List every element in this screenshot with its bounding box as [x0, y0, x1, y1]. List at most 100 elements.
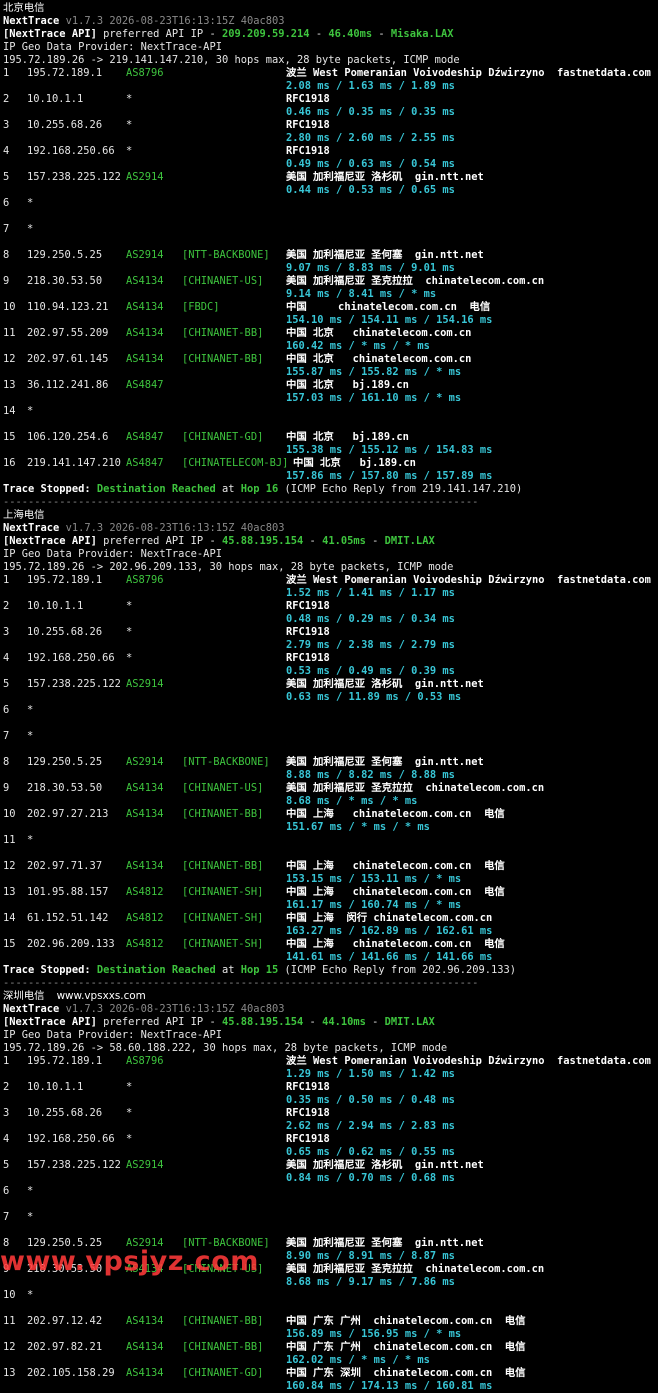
- hop-row: 11 *: [3, 834, 658, 847]
- hop-rtt-row: 156.89 ms / 156.95 ms / * ms: [3, 1328, 658, 1341]
- hop-asn: AS4134: [126, 301, 164, 313]
- header-route: 195.72.189.26 -> 58.60.188.222, 30 hops …: [3, 1042, 658, 1055]
- api-pop: DMIT.LAX: [384, 1016, 435, 1028]
- hop-ip: 129.250.5.25: [27, 249, 103, 261]
- hop-geo: RFC1918: [286, 652, 330, 664]
- hop-geo: 中国 上海 chinatelecom.com.cn 电信: [286, 886, 505, 898]
- hop-number: 16: [3, 457, 16, 469]
- hop-ip: 129.250.5.25: [27, 756, 103, 768]
- hop-tag: [CHINANET-GD]: [182, 1367, 264, 1379]
- hop-asn: *: [126, 1133, 133, 1145]
- hop-rtt-row: 155.87 ms / 155.82 ms / * ms: [3, 366, 658, 379]
- hop-ip: 195.72.189.1: [27, 1055, 103, 1067]
- hop-ip: *: [27, 704, 34, 716]
- hop-tag: [CHINATELECOM-BJ]: [182, 457, 289, 469]
- hop-geo: RFC1918: [286, 600, 330, 612]
- hop-rtt: 2.62 ms / 2.94 ms / 2.83 ms: [286, 1120, 455, 1132]
- hop-tag: [CHINANET-SH]: [182, 912, 264, 924]
- header-route: 195.72.189.26 -> 219.141.147.210, 30 hop…: [3, 54, 658, 67]
- hop-tag: [CHINANET-US]: [182, 782, 264, 794]
- hop-ip: *: [27, 405, 34, 417]
- trace-stop: Trace Stopped: Destination Reached at Ho…: [3, 964, 658, 977]
- header-geo-provider: IP Geo Data Provider: NextTrace-API: [3, 41, 658, 54]
- hop-rtt-row: 141.61 ms / 141.66 ms / 141.66 ms: [3, 951, 658, 964]
- hop-number: 14: [3, 912, 16, 924]
- hop-asn: AS2914: [126, 249, 164, 261]
- geo-provider-text: IP Geo Data Provider: NextTrace-API: [3, 41, 222, 53]
- hop-geo: 中国 上海 chinatelecom.com.cn 电信: [286, 808, 505, 820]
- hop-rtt-row: 8.68 ms / * ms / * ms: [3, 795, 658, 808]
- hop-number: 4: [3, 1133, 10, 1145]
- hop-geo: 美国 加利福尼亚 圣何塞 gin.ntt.net: [286, 756, 484, 768]
- hop-ip: 106.120.254.6: [27, 431, 109, 443]
- hop-asn: AS4134: [126, 275, 164, 287]
- hop-ip: 195.72.189.1: [27, 574, 103, 586]
- api-latency: 46.40ms: [328, 28, 373, 40]
- stop-at: at: [215, 483, 241, 495]
- hop-asn: AS2914: [126, 678, 164, 690]
- header-geo-provider: IP Geo Data Provider: NextTrace-API: [3, 548, 658, 561]
- hop-rtt: 154.10 ms / 154.11 ms / 154.16 ms: [286, 314, 493, 326]
- hop-row: 15 202.96.209.133 AS4812 [CHINANET-SH] 中国 上海…: [3, 938, 658, 951]
- hop-row: 10 110.94.123.21 AS4134 [FBDC] 中国 chinatelec…: [3, 301, 658, 314]
- hop-ip: 110.94.123.21: [27, 301, 109, 313]
- hop-number: 7: [3, 730, 10, 742]
- hop-row: 7 *: [3, 223, 658, 236]
- hop-ip: 101.95.88.157: [27, 886, 109, 898]
- hop-ip: 157.238.225.122: [27, 171, 121, 183]
- dash: -: [372, 28, 391, 40]
- hop-ip: 10.255.68.26: [27, 1107, 103, 1119]
- header-route: 195.72.189.26 -> 202.96.209.133, 30 hops…: [3, 561, 658, 574]
- header-api-wrap: [NextTrace API] preferred API IP - 209.2…: [3, 28, 453, 41]
- hop-number: 15: [3, 938, 16, 950]
- hop-geo: 中国 上海 chinatelecom.com.cn 电信: [286, 938, 505, 950]
- hop-ip: 202.97.82.21: [27, 1341, 103, 1353]
- stop-detail: (ICMP Echo Reply from 202.96.209.133): [278, 964, 517, 976]
- hop-geo: 波兰 West Pomeranian Voivodeship Dźwirzyno…: [286, 67, 651, 79]
- hop-rtt: 9.07 ms / 8.83 ms / 9.01 ms: [286, 262, 455, 274]
- hop-rtt-row: 0.65 ms / 0.62 ms / 0.55 ms: [3, 1146, 658, 1159]
- api-latency: 41.05ms: [322, 535, 366, 547]
- header-app-wrap: NextTrace v1.7.3 2026-08-23T16:13:15Z 40…: [3, 15, 285, 28]
- hop-row: 1 195.72.189.1 AS8796 波兰 West Pomeranian Vo…: [3, 1055, 658, 1068]
- hop-rtt: 163.27 ms / 162.89 ms / 162.61 ms: [286, 925, 493, 937]
- hop-number: 2: [3, 93, 10, 105]
- hop-rtt: 155.87 ms / 155.82 ms / * ms: [286, 366, 462, 378]
- hop-rtt: 141.61 ms / 141.66 ms / 141.66 ms: [286, 951, 493, 963]
- hop-rtt: 0.65 ms / 0.62 ms / 0.55 ms: [286, 1146, 455, 1158]
- hop-ip: 218.30.53.50: [27, 782, 103, 794]
- api-ip: 45.88.195.154: [221, 535, 304, 547]
- header-api-wrap: [NextTrace API] preferred API IP - 45.88…: [3, 1016, 435, 1029]
- hop-rtt: 8.68 ms / 9.17 ms / 7.86 ms: [286, 1276, 455, 1288]
- hop-number: 3: [3, 119, 10, 131]
- hop-geo: RFC1918: [286, 1081, 330, 1093]
- hop-number: 9: [3, 782, 10, 794]
- hop-row: 12 202.97.61.145 AS4134 [CHINANET-BB] 中国 北京 …: [3, 353, 658, 366]
- hop-ip: 10.255.68.26: [27, 626, 103, 638]
- hop-ip: 10.10.1.1: [27, 600, 84, 612]
- hop-number: 5: [3, 1159, 10, 1171]
- hop-row: 7 *: [3, 730, 658, 743]
- hop-row: 4 192.168.250.66 * RFC1918: [3, 1133, 658, 1146]
- hop-rtt: 157.03 ms / 161.10 ms / * ms: [286, 392, 462, 404]
- route-text: 195.72.189.26 -> 219.141.147.210, 30 hop…: [3, 54, 460, 66]
- hop-number: 8: [3, 249, 10, 261]
- api-text: preferred API IP -: [96, 1016, 222, 1028]
- geo-provider-text: IP Geo Data Provider: NextTrace-API: [3, 548, 222, 560]
- hop-tag: [CHINANET-BB]: [182, 353, 264, 365]
- app-name: NextTrace: [3, 1003, 60, 1015]
- hop-row: 8 129.250.5.25 AS2914 [NTT-BACKBONE] 美国 加利福尼…: [3, 249, 658, 262]
- stop-hop: Hop 15: [240, 964, 279, 976]
- hop-geo: 中国 北京 bj.189.cn: [286, 431, 409, 443]
- hop-ip: 10.255.68.26: [27, 119, 103, 131]
- hop-rtt-row: 0.48 ms / 0.29 ms / 0.34 ms: [3, 613, 658, 626]
- hop-rtt-row: 9.07 ms / 8.83 ms / 9.01 ms: [3, 262, 658, 275]
- header-api: [NextTrace API] preferred API IP - 45.88…: [3, 535, 658, 548]
- hop-asn: AS4134: [126, 808, 164, 820]
- hop-geo: 美国 加利福尼亚 圣克拉拉 chinatelecom.com.cn: [286, 1263, 545, 1275]
- hop-rtt: 0.63 ms / 11.89 ms / 0.53 ms: [286, 691, 462, 703]
- hop-ip: 202.97.71.37: [27, 860, 103, 872]
- hop-rtt: 157.86 ms / 157.80 ms / 157.89 ms: [286, 470, 493, 482]
- header-app: NextTrace v1.7.3 2026-08-23T16:13:15Z 40…: [3, 1003, 658, 1016]
- hop-tag: [CHINANET-BB]: [182, 1341, 264, 1353]
